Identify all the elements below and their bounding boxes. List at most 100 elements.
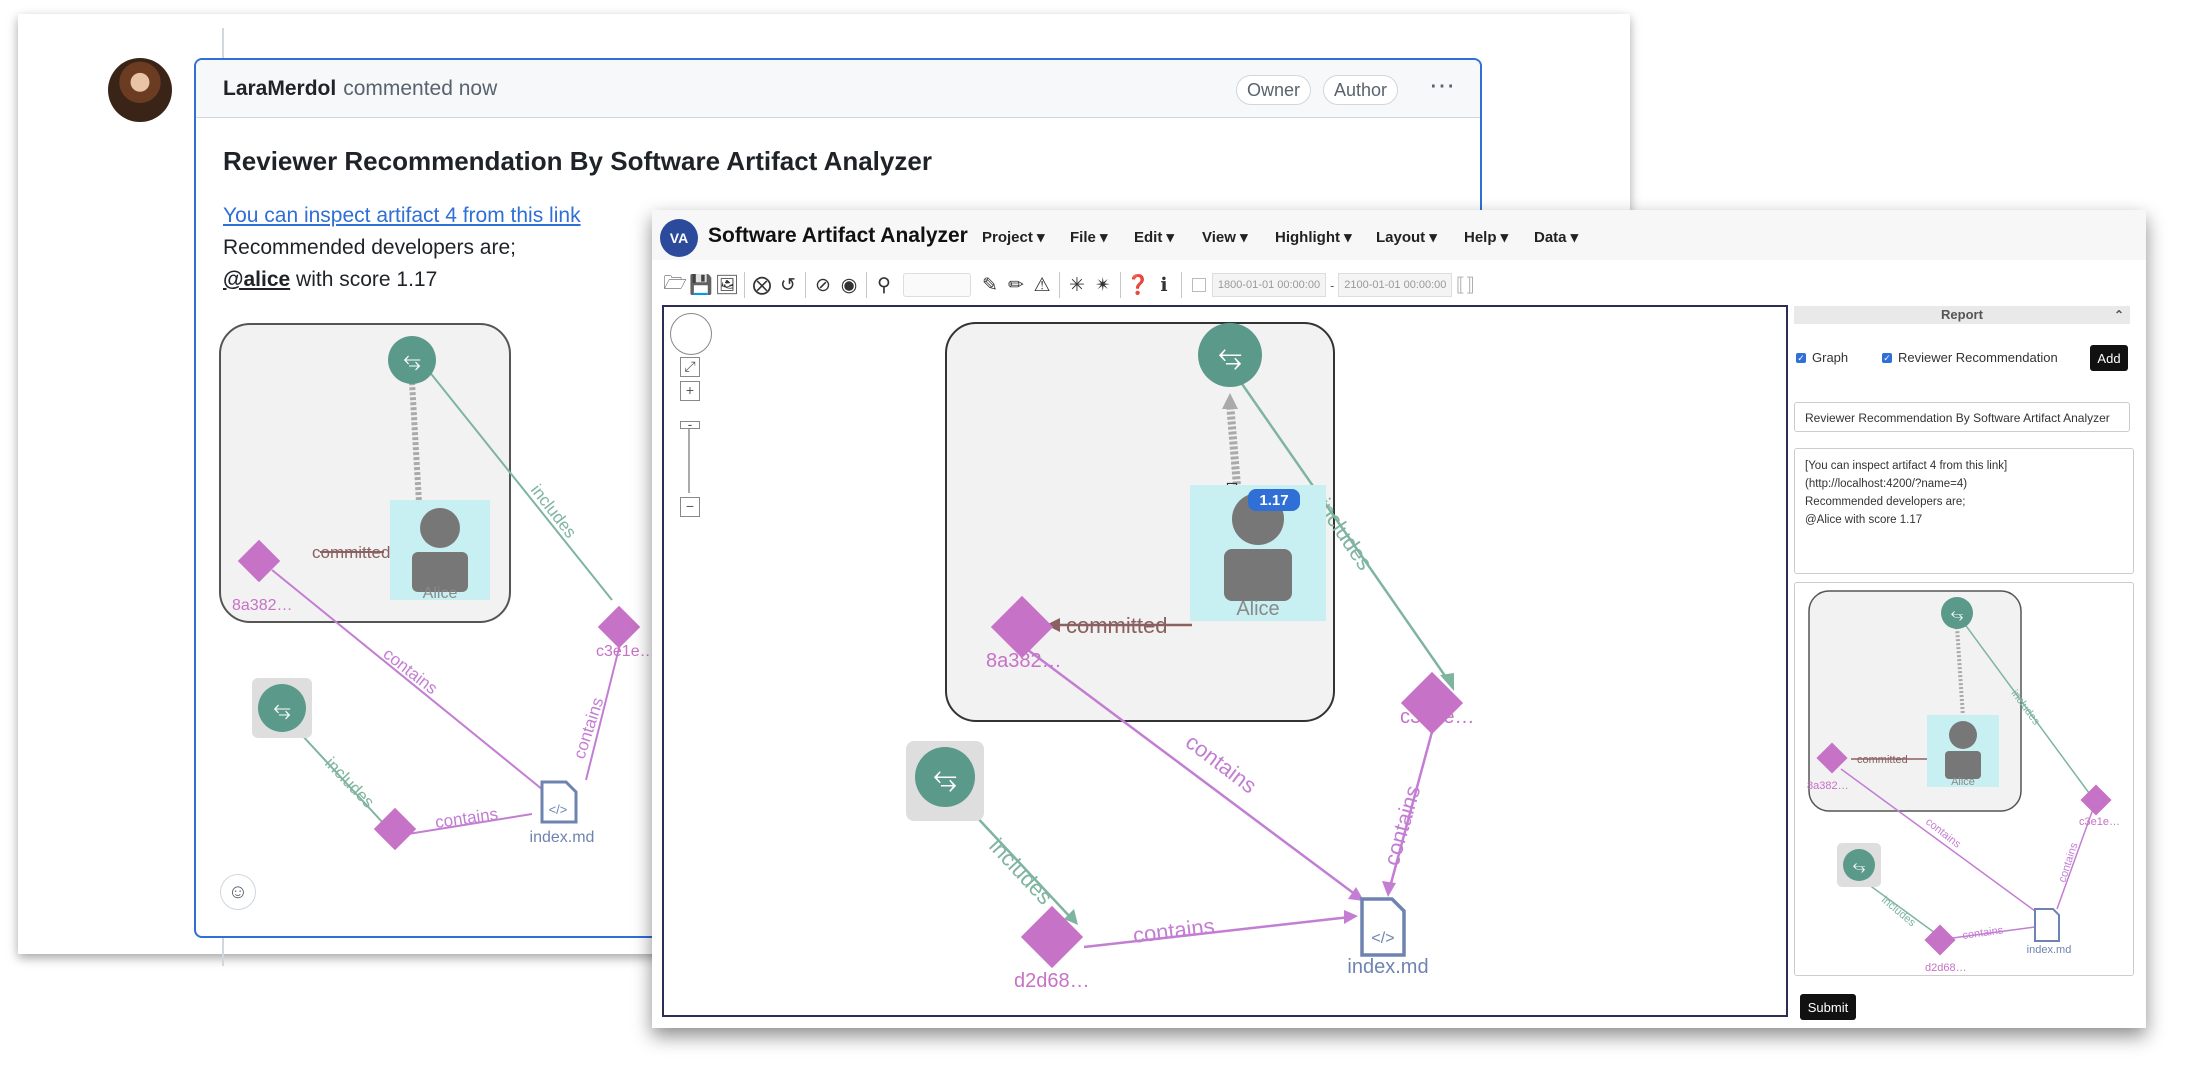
hide-icon[interactable]: ⊘ <box>810 272 836 298</box>
app-title[interactable]: Software Artifact Analyzer <box>708 224 968 248</box>
date-end-input[interactable]: 2100-01-01 00:00:00 <box>1338 273 1453 297</box>
pr-bottom-icon: ⥃ <box>1853 858 1866 875</box>
graph-canvas[interactable]: ⤢ + - − ⚀ includes committed contains co… <box>662 305 1788 1017</box>
comment-title: Reviewer Recommendation By Software Arti… <box>223 146 932 176</box>
date-start-input[interactable]: 1800-01-01 00:00:00 <box>1212 273 1326 297</box>
edge-contains-label-2: contains <box>1379 783 1426 869</box>
kebab-menu-icon[interactable]: ⋯ <box>1429 70 1456 101</box>
menu-project[interactable]: Project ▾ <box>982 228 1045 246</box>
save-icon[interactable]: 💾 <box>688 272 714 298</box>
menu-edit-label: Edit <box>1134 229 1163 246</box>
time-filter-checkbox[interactable] <box>1192 278 1206 292</box>
menu-layout-label: Layout <box>1376 229 1426 246</box>
reviewer-checkbox[interactable]: ✓ <box>1882 352 1892 363</box>
menu-view[interactable]: View ▾ <box>1202 228 1248 246</box>
commit-node-bottom <box>373 807 417 850</box>
reviewer-option[interactable]: ✓ Reviewer Recommendation <box>1882 350 2058 365</box>
graph-checkbox[interactable]: ✓ <box>1796 352 1806 363</box>
menu-help[interactable]: Help ▾ <box>1464 228 1508 246</box>
code-icon: </> <box>549 802 568 817</box>
menu-highlight-label: Highlight <box>1275 229 1340 246</box>
menu-layout[interactable]: Layout ▾ <box>1376 228 1437 246</box>
score-badge-text: 1.17 <box>1259 492 1288 509</box>
search-input[interactable] <box>903 273 971 297</box>
file-node <box>2034 908 2060 942</box>
help-icon[interactable]: ❓ <box>1125 272 1151 298</box>
edge-contains-label-3: contains <box>434 804 499 832</box>
highlight-icon[interactable]: ✎ <box>977 272 1003 298</box>
chevron-up-icon[interactable]: ⌃ <box>2114 306 2124 324</box>
comment-header: LaraMerdol commented now Owner Author ⋯ <box>196 60 1480 118</box>
toolbar-divider <box>744 272 745 298</box>
avatar[interactable] <box>108 58 172 122</box>
file-label: index.md <box>530 829 595 846</box>
commit-left-label: 8a382… <box>232 597 293 614</box>
graph-option[interactable]: ✓ Graph <box>1796 350 1848 365</box>
app-logo[interactable]: VA <box>660 219 698 257</box>
pr-top-label: 1 <box>408 365 416 381</box>
toolbar-divider <box>1059 272 1060 298</box>
file-label: index.md <box>2027 944 2072 956</box>
menu-help-label: Help <box>1464 229 1497 246</box>
comment-author[interactable]: LaraMerdol <box>223 77 336 101</box>
clear-icon[interactable]: ⨂ <box>749 272 775 298</box>
edge-committed-label: committed <box>1857 754 1908 766</box>
edge-contains-label-3: contains <box>1132 913 1216 948</box>
emoji-reaction-icon[interactable]: ☺ <box>220 874 256 910</box>
open-folder-icon[interactable]: 🗁 <box>662 272 688 298</box>
report-graph-preview: includes committed contains contains inc… <box>1794 582 2134 976</box>
score-text: with score 1.17 <box>290 268 438 291</box>
reviewer-option-label: Reviewer Recommendation <box>1898 350 2058 365</box>
commit-left-label: 8a382… <box>986 650 1062 672</box>
artifact-link[interactable]: You can inspect artifact 4 from this lin… <box>223 204 581 228</box>
report-body-line: (http://localhost:4200/?name=4) <box>1805 478 1968 490</box>
pr-bottom-label: 4 <box>940 788 949 807</box>
graph-option-label: Graph <box>1812 350 1849 365</box>
timebar-play-icon[interactable]: ⟦⟧ <box>1452 272 1478 298</box>
edge-contains-label-3: contains <box>1962 924 2005 942</box>
report-body-line: Recommended developers are; <box>1805 496 1966 508</box>
edge-contains-label-2: contains <box>2056 841 2080 884</box>
search-icon[interactable]: ⚲ <box>871 272 897 298</box>
toolbar-divider <box>1120 272 1121 298</box>
edge-contains-label-1: contains <box>380 644 442 698</box>
menu-edit[interactable]: Edit ▾ <box>1134 228 1174 246</box>
toolbar: 🗁 💾 🖼 ⨂ ↺ ⊘ ◉ ⚲ ✎ ✏ ⚠ ✳ ✴ ❓ ℹ 1800-01-01… <box>662 268 1932 302</box>
menu-highlight[interactable]: Highlight ▾ <box>1275 228 1352 246</box>
submit-button[interactable]: Submit <box>1800 994 1856 1020</box>
pr-top-label: 1 <box>1225 368 1234 387</box>
menu-data[interactable]: Data ▾ <box>1534 228 1578 246</box>
toolbar-divider <box>1181 272 1182 298</box>
developer-body-icon <box>1224 549 1292 601</box>
add-button[interactable]: Add <box>2090 345 2128 371</box>
mention-link[interactable]: @alice <box>223 268 290 291</box>
commit-bottom-label: d2d68… <box>1925 962 1967 974</box>
edge-committed-label: committed <box>1066 613 1167 638</box>
menu-data-label: Data <box>1534 229 1567 246</box>
remove-highlight-icon[interactable]: ✏ <box>1003 272 1029 298</box>
show-icon[interactable]: ◉ <box>836 272 862 298</box>
layout-incremental-icon[interactable]: ✴ <box>1090 272 1116 298</box>
info-icon[interactable]: ℹ <box>1151 272 1177 298</box>
commit-left-label: 8a382… <box>1807 780 1849 792</box>
warning-icon[interactable]: ⚠ <box>1029 272 1055 298</box>
developer-label: Alice <box>1951 776 1975 788</box>
software-artifact-analyzer-window: VA Software Artifact Analyzer Project ▾ … <box>652 210 2146 1028</box>
layout-icon[interactable]: ✳ <box>1064 272 1090 298</box>
commit-right-label: c3e1e… <box>1400 706 1475 728</box>
report-title-input[interactable]: Reviewer Recommendation By Software Arti… <box>1794 402 2130 432</box>
date-separator: - <box>1330 277 1335 293</box>
report-header[interactable]: Report ⌃ <box>1794 306 2130 324</box>
save-png-icon[interactable]: 🖼 <box>714 272 740 298</box>
developer-label: Alice <box>423 585 458 602</box>
commit-node-right <box>597 605 641 649</box>
report-body-textarea[interactable]: [You can inspect artifact 4 from this li… <box>1794 448 2134 574</box>
commit-right-label: c3e1e… <box>596 643 652 660</box>
report-header-label: Report <box>1941 307 1983 322</box>
edge-contains-arrow-2 <box>1382 881 1396 897</box>
comment-timestamp[interactable]: commented now <box>343 77 497 101</box>
menu-file[interactable]: File ▾ <box>1070 228 1108 246</box>
history-icon[interactable]: ↺ <box>775 272 801 298</box>
edge-includes-label-2: includes <box>321 754 378 812</box>
owner-badge: Owner <box>1236 75 1312 105</box>
